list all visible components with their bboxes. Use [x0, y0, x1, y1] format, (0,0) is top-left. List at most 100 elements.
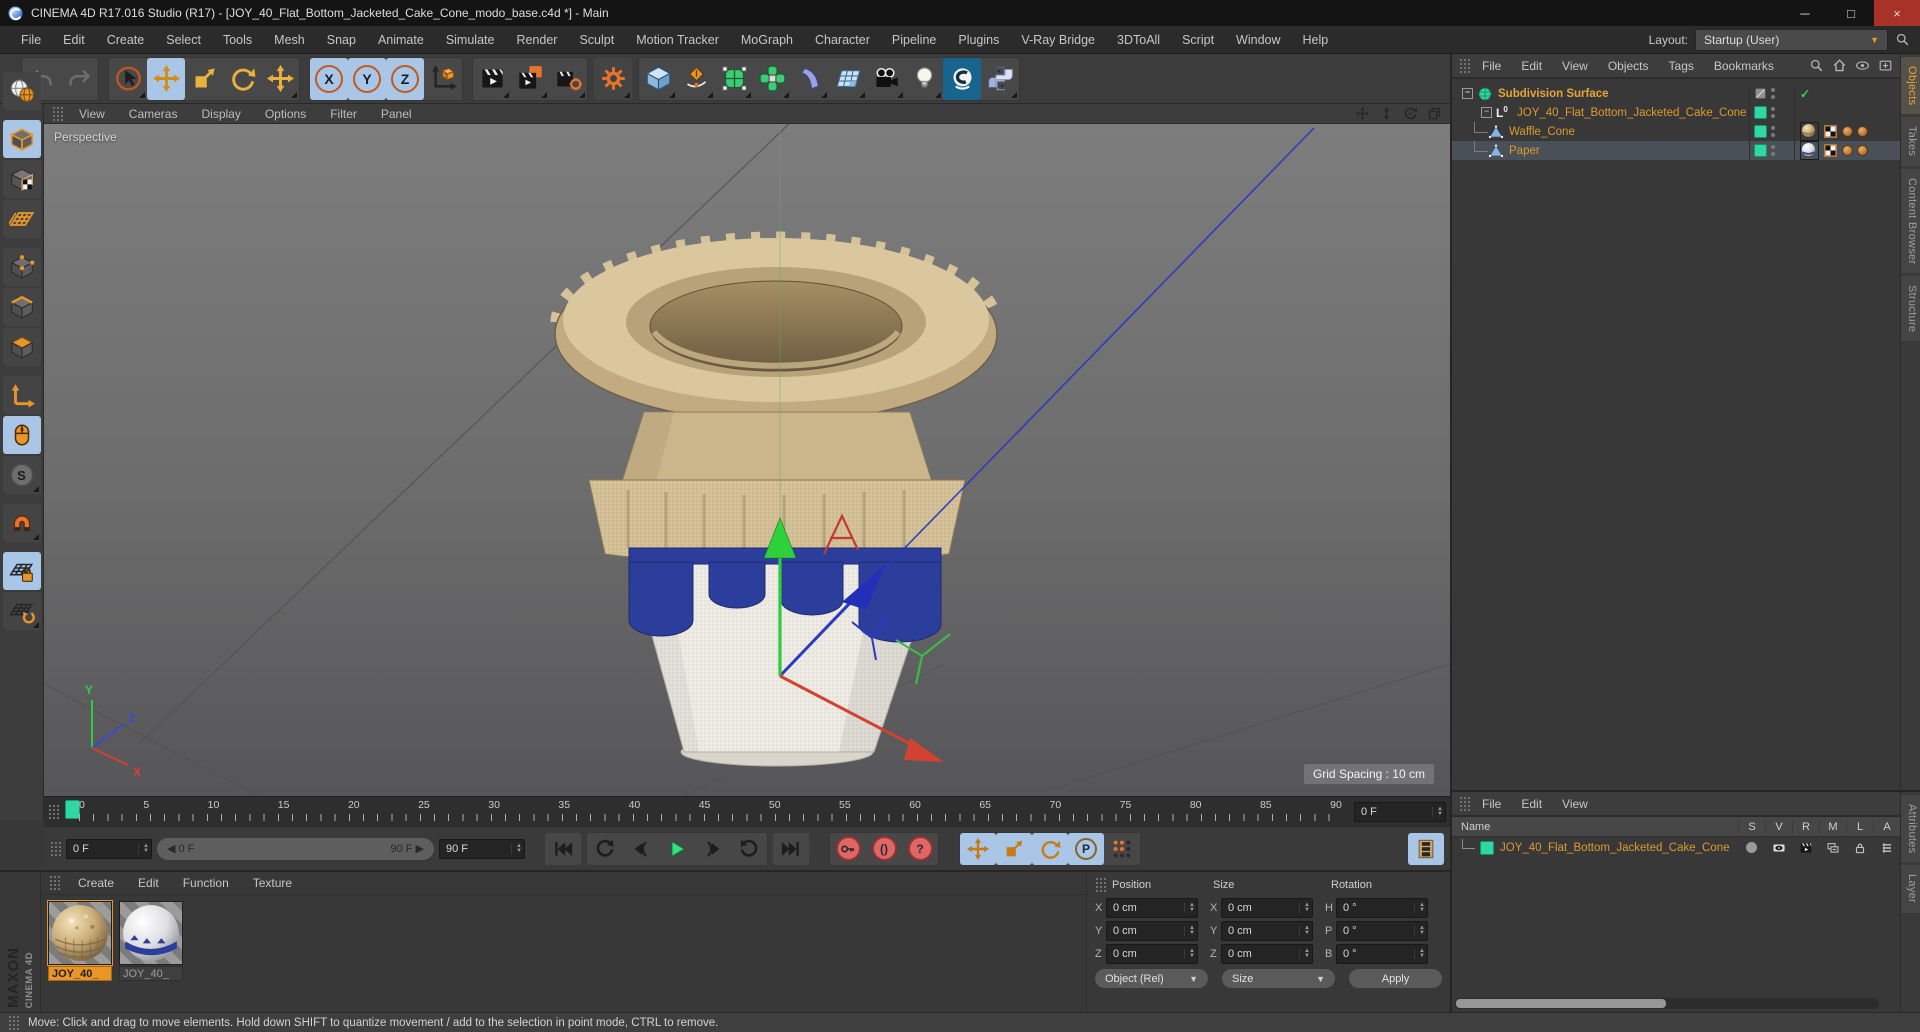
animation-icon[interactable]: [1880, 841, 1894, 855]
transport-grip[interactable]: [50, 840, 61, 857]
tab-content-browser[interactable]: Content Browser: [1901, 168, 1920, 274]
autokey-button[interactable]: (): [866, 832, 902, 865]
menu-item[interactable]: Render: [505, 28, 568, 52]
material-item[interactable]: JOY_40_: [119, 901, 183, 981]
material-thumbnail-paper[interactable]: [119, 901, 183, 965]
timeline-track[interactable]: 0 5 10 15 20 25 30 35 40 45 50 55 60 65 70 75 80 85 90: [65, 797, 1348, 826]
viewport-canvas[interactable]: Y Z X Perspective Grid Spacing : 10 cm: [44, 124, 1450, 796]
rotate-view-icon[interactable]: [1403, 106, 1418, 121]
menu-item[interactable]: Window: [1225, 28, 1291, 52]
lock-icon[interactable]: [1853, 841, 1867, 855]
menu-item[interactable]: Snap: [316, 28, 367, 52]
menu-item[interactable]: Animate: [367, 28, 435, 52]
preview-range-slider[interactable]: ◀ 0 F 90 F ▶: [157, 837, 434, 860]
tab-layer[interactable]: Layer: [1901, 865, 1920, 913]
om-grip[interactable]: [1459, 57, 1470, 74]
move-tool-button[interactable]: [147, 57, 185, 100]
viewport-grip[interactable]: [52, 105, 63, 122]
tree-row-cake-cone[interactable]: − L0 JOY_40_Flat_Bottom_Jacketed_Cake_Co…: [1452, 103, 1900, 122]
last-tool-button[interactable]: [261, 58, 299, 100]
toggle-view-icon[interactable]: [1427, 106, 1442, 121]
size-x-field[interactable]: 0 cm ▲ ▼: [1221, 897, 1313, 918]
add-mograph-button[interactable]: [753, 58, 791, 100]
key-pla-button[interactable]: [1104, 832, 1140, 865]
redo-button[interactable]: [60, 58, 98, 100]
start-frame-stepper[interactable]: ▲ ▼: [138, 843, 149, 854]
menu-item[interactable]: MoGraph: [730, 28, 804, 52]
size-y-field[interactable]: 0 cm ▲ ▼: [1221, 920, 1313, 941]
add-camera-button[interactable]: [867, 58, 905, 100]
key-rotation-button[interactable]: [1032, 832, 1068, 865]
home-icon[interactable]: [1832, 58, 1847, 73]
y-axis-lock-button[interactable]: Y: [348, 57, 386, 100]
menu-item[interactable]: Plugins: [947, 28, 1010, 52]
om-menu-item[interactable]: Objects: [1598, 57, 1659, 75]
material-menu-item[interactable]: Create: [66, 874, 126, 892]
scale-tool-button[interactable]: [185, 58, 223, 100]
sketch-and-toon-button[interactable]: [943, 57, 981, 100]
add-floor-button[interactable]: [829, 58, 867, 100]
material-thumbnail-waffle[interactable]: [47, 900, 113, 966]
column-header[interactable]: R: [1792, 820, 1819, 833]
edit-render-settings-button[interactable]: [594, 57, 632, 100]
maximize-button[interactable]: □: [1828, 0, 1874, 26]
render-icon[interactable]: [1799, 841, 1813, 855]
uvw-tag-icon[interactable]: [1823, 124, 1838, 139]
scrollbar-thumb[interactable]: [1456, 999, 1666, 1008]
current-frame-field[interactable]: 0 F ▲ ▼: [1354, 801, 1446, 822]
position-y-field[interactable]: 0 cm ▲ ▼: [1106, 920, 1198, 941]
layout-dropdown[interactable]: Startup (User) ▼: [1695, 28, 1888, 51]
rotation-h-field[interactable]: 0 ° ▲ ▼: [1336, 897, 1428, 918]
selection-tag-icon[interactable]: [1857, 126, 1868, 137]
menu-item[interactable]: File: [10, 28, 52, 52]
size-z-field[interactable]: 0 cm ▲ ▼: [1221, 943, 1313, 964]
coordinate-mode-dropdown[interactable]: Object (Rel) ▼: [1095, 969, 1208, 988]
manager-icon[interactable]: [1826, 841, 1840, 855]
polygons-mode-button[interactable]: [2, 328, 41, 366]
frame-stepper[interactable]: ▲ ▼: [1432, 806, 1443, 817]
viewport-menu-item[interactable]: Display: [189, 105, 252, 123]
material-item[interactable]: JOY_40_: [47, 900, 113, 981]
position-x-field[interactable]: 0 cm ▲ ▼: [1106, 897, 1198, 918]
timeline-window-button[interactable]: [1408, 832, 1444, 865]
tab-takes[interactable]: Takes: [1901, 117, 1920, 166]
end-frame-field[interactable]: 90 F ▲ ▼: [439, 838, 525, 859]
search-icon[interactable]: [1809, 58, 1824, 73]
tab-structure[interactable]: Structure: [1901, 276, 1920, 342]
phong-tag-icon[interactable]: [1842, 126, 1853, 137]
viewport-menu-item[interactable]: Options: [253, 105, 318, 123]
menu-item[interactable]: Help: [1292, 28, 1340, 52]
tree-row-subdivision-surface[interactable]: − Subdivision Surface ✓: [1452, 84, 1900, 103]
visibility-icon[interactable]: [1772, 841, 1786, 855]
viewport-menu-item[interactable]: View: [67, 105, 117, 123]
edges-mode-button[interactable]: [2, 288, 41, 326]
render-settings-button[interactable]: [549, 58, 587, 100]
status-grip[interactable]: [8, 1014, 19, 1031]
enabled-chip[interactable]: [1480, 840, 1494, 855]
menu-item[interactable]: Mesh: [263, 28, 316, 52]
menu-item[interactable]: Simulate: [435, 28, 506, 52]
menu-item[interactable]: Sculpt: [568, 28, 625, 52]
menu-item[interactable]: Pipeline: [881, 28, 947, 52]
enable-dots[interactable]: [1771, 107, 1775, 118]
om-menu-item[interactable]: Bookmarks: [1704, 57, 1784, 75]
timeline-grip[interactable]: [48, 803, 59, 820]
snap-button[interactable]: [2, 504, 41, 542]
attribute-row-cake-cone[interactable]: JOY_40_Flat_Bottom_Jacketed_Cake_Cone: [1452, 837, 1900, 858]
start-frame-field[interactable]: 0 F ▲ ▼: [66, 838, 152, 859]
next-frame-button[interactable]: [695, 832, 731, 865]
om-menu-item[interactable]: File: [1472, 57, 1511, 75]
phong-tag-icon[interactable]: [1842, 145, 1853, 156]
coords-grip[interactable]: [1095, 877, 1106, 893]
column-header[interactable]: S: [1738, 820, 1765, 833]
menu-item[interactable]: Create: [96, 28, 156, 52]
soft-selection-button[interactable]: S: [2, 456, 41, 494]
z-axis-lock-button[interactable]: Z: [386, 57, 424, 100]
column-header[interactable]: A: [1873, 820, 1900, 833]
camera-label[interactable]: Perspective: [54, 130, 117, 144]
tree-row-waffle-cone[interactable]: Waffle_Cone: [1452, 121, 1900, 141]
material-menu-item[interactable]: Edit: [126, 874, 171, 892]
enable-dots[interactable]: [1771, 126, 1775, 137]
timeline-playhead[interactable]: [65, 800, 80, 819]
menu-item[interactable]: Motion Tracker: [625, 28, 730, 52]
